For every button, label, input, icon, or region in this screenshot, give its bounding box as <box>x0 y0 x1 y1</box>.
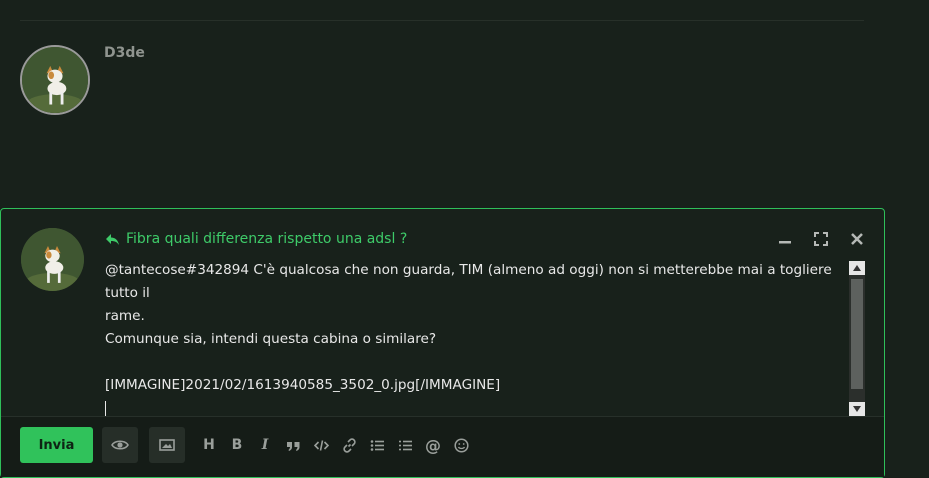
post-avatar[interactable] <box>20 45 90 115</box>
numbered-list-button[interactable] <box>396 436 414 454</box>
expand-icon <box>814 232 828 246</box>
image-icon <box>159 439 175 451</box>
preview-button[interactable] <box>102 427 138 463</box>
textarea-line <box>105 351 843 374</box>
message-textarea[interactable]: @tantecose#342894 C'è qualcosa che non g… <box>105 259 843 417</box>
bullet-list-icon <box>370 439 384 451</box>
dog-photo-icon <box>21 228 84 291</box>
textarea-line: @tantecose#342894 C'è qualcosa che non g… <box>105 262 837 301</box>
bullet-list-button[interactable] <box>368 436 386 454</box>
maximize-button[interactable] <box>813 231 829 247</box>
code-button[interactable] <box>312 436 330 454</box>
close-icon <box>851 233 863 245</box>
mention-button[interactable]: @ <box>424 436 442 455</box>
smiley-icon <box>453 437 469 453</box>
quote-icon <box>286 441 299 451</box>
editor-avatar <box>21 228 84 291</box>
textarea-line: rame. <box>105 308 145 324</box>
close-button[interactable] <box>849 231 865 247</box>
scrollbar-thumb[interactable] <box>851 279 863 389</box>
post-username[interactable]: D3de <box>104 45 145 61</box>
textarea-scrollbar[interactable] <box>849 261 865 416</box>
eye-icon <box>111 440 129 450</box>
reply-title-text: Fibra quali differenza rispetto una adsl… <box>126 231 408 247</box>
numbered-list-icon <box>398 440 412 450</box>
bold-button[interactable]: B <box>228 436 246 454</box>
reply-editor: Fibra quali differenza rispetto una adsl… <box>0 208 885 478</box>
reply-title[interactable]: Fibra quali differenza rispetto una adsl… <box>105 231 407 247</box>
dog-photo-icon <box>22 47 88 113</box>
top-divider <box>20 20 864 21</box>
heading-button[interactable]: H <box>200 436 218 454</box>
textarea-line <box>105 397 843 417</box>
text-caret <box>105 401 106 417</box>
send-button[interactable]: Invia <box>20 427 93 463</box>
minimize-button[interactable] <box>777 231 793 247</box>
arrow-down-icon <box>853 406 861 412</box>
editor-toolbar: Invia H B I @ <box>1 417 884 477</box>
reply-icon <box>106 233 119 245</box>
code-icon <box>313 439 329 451</box>
textarea-line: Comunque sia, intendi questa cabina o si… <box>105 331 437 347</box>
scroll-up-button[interactable] <box>849 261 865 275</box>
insert-image-button[interactable] <box>149 427 185 463</box>
scroll-down-button[interactable] <box>849 402 865 416</box>
arrow-up-icon <box>853 265 861 271</box>
textarea-line: [IMMAGINE]2021/02/1613940585_3502_0.jpg[… <box>105 377 501 393</box>
quote-button[interactable] <box>284 436 302 454</box>
link-button[interactable] <box>340 436 358 454</box>
italic-button[interactable]: I <box>256 436 274 454</box>
minimize-icon <box>779 241 791 244</box>
link-icon <box>342 437 356 453</box>
emoji-button[interactable] <box>452 436 470 454</box>
